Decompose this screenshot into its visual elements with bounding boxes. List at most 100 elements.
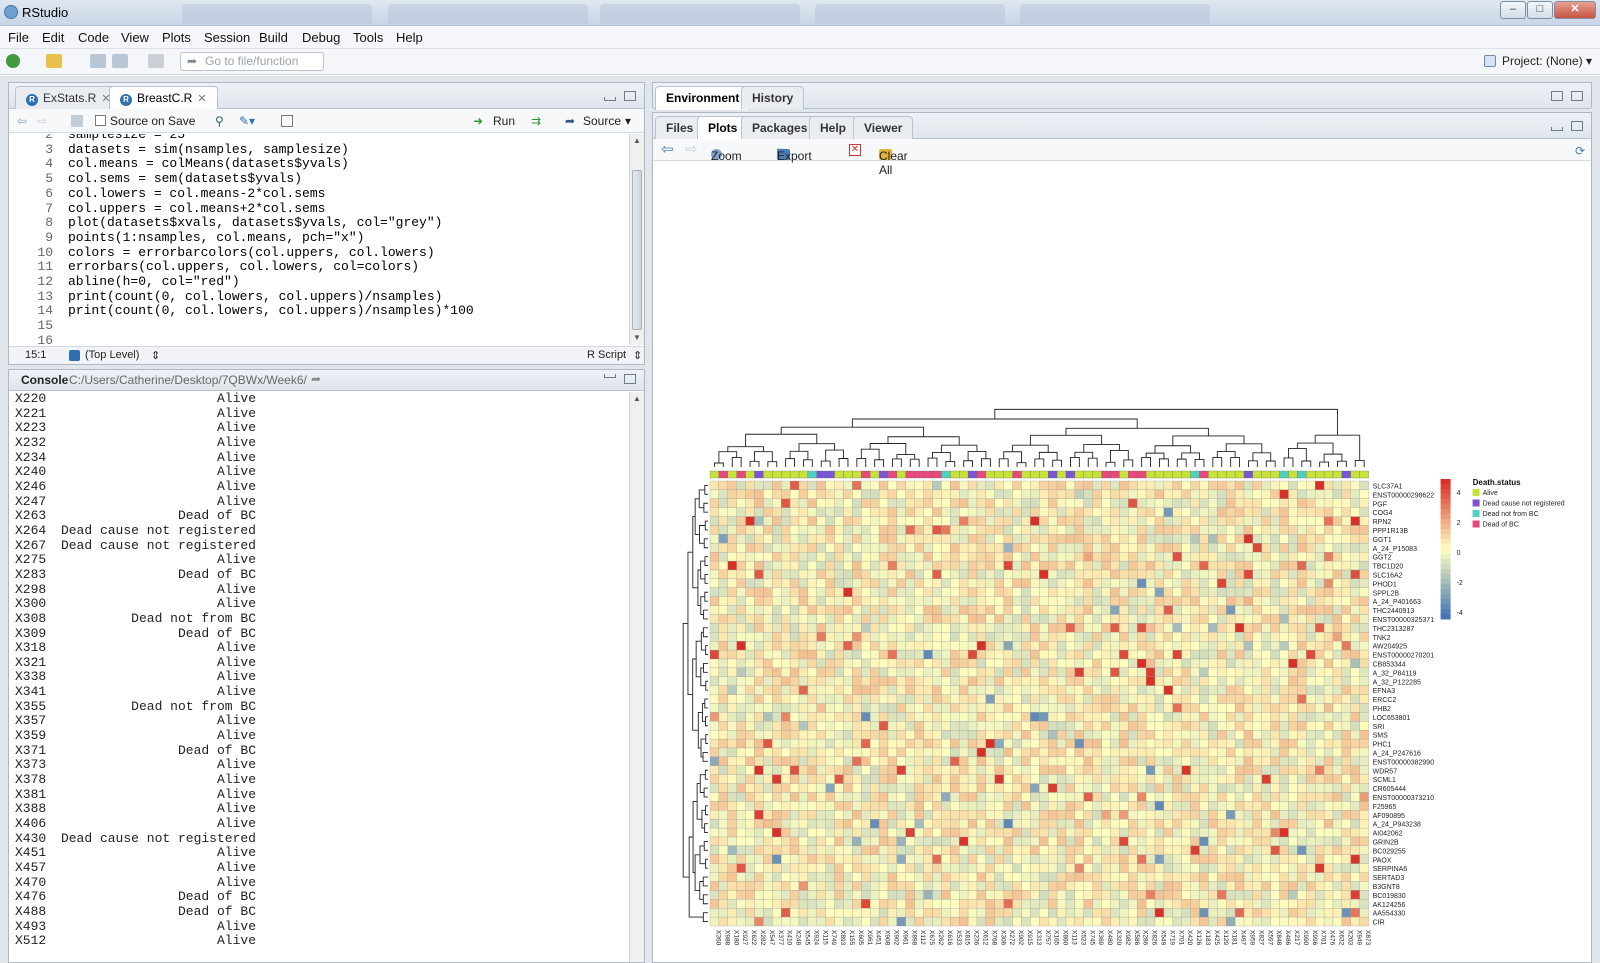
rerun-icon[interactable]: ⇉ [531,114,541,128]
restore-pane-icon[interactable] [1551,91,1563,101]
goto-dir-icon[interactable]: ➦ [311,372,321,386]
code-line[interactable]: plot(datasets$xvals, datasets$yvals, col… [68,215,442,231]
project-menu[interactable]: Project: (None) ▾ [1483,54,1592,68]
heatmap-cell [1048,819,1058,829]
scope-dropdown-icon[interactable]: ⇕ [151,349,160,362]
scroll-down-icon[interactable]: ▼ [632,333,642,343]
console-output[interactable]: X220 Alive X221 Alive X223 Alive X232 Alive X234… [9,392,628,962]
code-line[interactable]: datasets = sim(nsamples, samplesize) [68,142,349,158]
save-icon[interactable] [90,54,106,68]
refresh-icon[interactable]: ⟳ [1575,144,1585,158]
heatmap-cell [967,738,978,749]
maximize-pane-icon[interactable] [1571,91,1583,101]
back-arrow-icon[interactable]: ⇦ [17,114,27,128]
save-all-icon[interactable] [112,54,128,68]
menu-tools[interactable]: Tools [353,30,383,45]
next-plot-icon[interactable]: ⇨ [685,140,698,158]
tab-environment[interactable]: Environment [655,86,751,110]
console-row: X264 Dead cause not registered [9,523,628,539]
heatmap-cell [709,792,720,802]
heatmap-cell [807,649,817,660]
heatmap-cell [950,881,960,891]
previous-plot-icon[interactable]: ⇦ [661,140,674,158]
console-scrollbar[interactable]: ▲ [629,392,644,962]
code-line[interactable]: print(count(0, col.lowers, col.uppers)/n… [68,289,442,305]
heatmap-cell [1306,908,1316,918]
heatmap-cell [1003,765,1013,775]
remove-plot-icon[interactable]: ✕ [849,144,861,156]
menu-code[interactable]: Code [78,30,109,45]
tab-breastc[interactable]: R BreastC.R ✕ [109,86,218,110]
open-file-icon[interactable] [46,54,62,68]
filetype-dropdown-icon[interactable]: ⇕ [633,349,642,362]
code-tools-icon[interactable]: ✎▾ [239,114,255,128]
tab-help[interactable]: Help [809,116,858,139]
code-line[interactable]: abline(h=0, col="red") [68,274,240,290]
source-dropdown-icon[interactable]: ▾ [625,114,631,128]
heatmap-cell [763,641,773,651]
menu-help[interactable]: Help [396,30,423,45]
close-tab-icon[interactable]: ✕ [197,93,206,105]
heatmap-cell [1181,792,1191,802]
maximize-pane-icon[interactable] [1571,121,1583,131]
heatmap-cell [1003,756,1013,766]
filetype-selector[interactable]: R Script [587,349,626,361]
search-icon[interactable]: ⚲ [215,114,224,128]
heatmap-cell [985,712,995,722]
heatmap-cell [1350,569,1360,580]
minimize-pane-icon[interactable] [604,374,616,378]
minimize-pane-icon[interactable] [1551,127,1563,131]
heatmap-cell [870,623,880,633]
code-line[interactable]: print(count(0, col.lowers, col.uppers)/n… [68,304,474,319]
tab-packages[interactable]: Packages [741,116,819,139]
scroll-up-icon[interactable]: ▲ [632,394,642,404]
scroll-up-icon[interactable]: ▲ [632,136,642,146]
source-on-save-checkbox[interactable] [95,115,106,126]
menu-debug[interactable]: Debug [302,30,340,45]
code-line[interactable]: colors = errorbarcolors(col.uppers, col.… [68,245,435,261]
code-line[interactable]: errorbars(col.uppers, col.lowers, col=co… [68,260,419,275]
save-icon[interactable] [71,115,83,127]
code-editor[interactable]: 2 samplesize = 25 3 datasets = sim(nsamples… [9,134,628,344]
code-line[interactable]: col.lowers = col.means-2*col.sems [68,186,325,202]
code-line[interactable]: col.means = colMeans(datasets$yvals) [68,157,349,172]
heatmap-cell [905,774,915,784]
tab-exstats[interactable]: R ExStats.R ✕ [15,86,122,109]
new-file-icon[interactable] [6,54,20,68]
editor-scrollbar[interactable]: ▲ ▼ [629,134,644,345]
menu-plots[interactable]: Plots [162,30,191,45]
heatmap-cell [1181,560,1191,571]
heatmap-cell [1234,676,1245,686]
menu-build[interactable]: Build [259,30,288,45]
scroll-thumb[interactable] [632,170,642,330]
menu-edit[interactable]: Edit [42,30,64,45]
tab-viewer[interactable]: Viewer [853,116,914,139]
tab-history[interactable]: History [741,86,805,109]
code-line[interactable]: col.uppers = col.means+2*col.sems [68,201,325,217]
compile-notebook-icon[interactable] [281,115,293,127]
close-button[interactable]: ✕ [1554,1,1596,19]
menu-view[interactable]: View [121,30,149,45]
maximize-pane-icon[interactable] [624,374,636,384]
run-button[interactable]: Run [493,114,515,128]
minimize-button[interactable]: – [1500,1,1526,19]
heatmap-cell [878,783,889,793]
forward-arrow-icon[interactable]: ⇨ [37,114,47,128]
heatmap-cell [1288,863,1298,873]
goto-file-input[interactable]: ➦ Go to file/function [180,52,324,71]
menu-file[interactable]: File [8,30,29,45]
heatmap-cell [1012,721,1022,731]
scope-selector[interactable]: (Top Level) [85,349,139,361]
minimize-pane-icon[interactable] [604,97,616,101]
heatmap-cell [1012,908,1022,918]
code-line[interactable]: points(1:nsamples, col.means, pch="x") [68,230,364,246]
export-button[interactable]: Export ▾ [777,144,812,163]
heatmap-cell [950,899,960,909]
source-button[interactable]: Source [583,114,621,128]
menu-session[interactable]: Session [204,30,250,45]
maximize-pane-icon[interactable] [624,91,636,101]
maximize-button[interactable]: □ [1527,1,1553,19]
print-icon[interactable] [148,54,164,68]
heatmap-cell [878,632,889,642]
code-line[interactable]: col.sems = sem(datasets$yvals) [68,171,302,187]
